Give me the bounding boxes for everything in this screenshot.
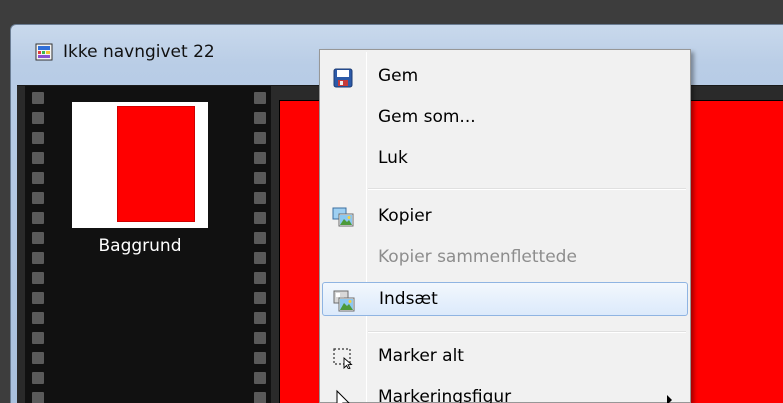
menu-item-label: Gem som... xyxy=(378,107,476,127)
filmstrip-perforations-left xyxy=(29,86,51,403)
select-all-icon xyxy=(333,348,353,369)
film-perforation xyxy=(32,112,44,124)
menu-item-save[interactable]: Gem xyxy=(322,60,688,94)
menu-item-save-as[interactable]: Gem som... xyxy=(322,101,688,135)
menu-item-label: Indsæt xyxy=(379,289,438,309)
menu-item-close[interactable]: Luk xyxy=(322,142,688,176)
film-perforation xyxy=(254,132,266,144)
film-perforation xyxy=(254,152,266,164)
film-perforation xyxy=(32,212,44,224)
film-perforation xyxy=(254,232,266,244)
film-perforation xyxy=(254,372,266,384)
film-perforation xyxy=(32,392,44,403)
menu-item-select-all[interactable]: Marker alt xyxy=(322,340,688,374)
film-perforation xyxy=(32,152,44,164)
layer-label: Baggrund xyxy=(98,236,182,256)
filmstrip-perforations-right xyxy=(251,86,273,403)
menu-item-label: Marker alt xyxy=(378,346,464,366)
window-title: Ikke navngivet 22 xyxy=(63,42,215,62)
document-icon xyxy=(35,43,53,61)
menu-separator xyxy=(368,188,686,190)
selection-shape-icon xyxy=(336,389,350,403)
film-perforation xyxy=(32,252,44,264)
film-perforation xyxy=(254,92,266,104)
film-perforation xyxy=(254,192,266,204)
paste-image-icon xyxy=(333,290,355,312)
copy-image-icon xyxy=(332,207,354,227)
menu-item-label: Kopier sammenflettede xyxy=(378,247,577,267)
film-perforation xyxy=(254,312,266,324)
menu-item-paste[interactable]: Indsæt xyxy=(322,282,688,316)
film-perforation xyxy=(254,112,266,124)
menu-item-selection-shape[interactable]: Markeringsfigur xyxy=(322,381,688,403)
film-perforation xyxy=(254,292,266,304)
film-perforation xyxy=(254,212,266,224)
film-perforation xyxy=(32,232,44,244)
layer-thumbnail-fill xyxy=(117,106,195,222)
film-perforation xyxy=(254,252,266,264)
menu-item-copy-merged[interactable]: Kopier sammenflettede xyxy=(322,241,688,275)
menu-item-label: Kopier xyxy=(378,206,432,226)
film-perforation xyxy=(32,332,44,344)
context-menu: Gem Gem som... Luk Kopier Kopier sammenf… xyxy=(319,49,691,403)
film-perforation xyxy=(254,352,266,364)
film-perforation xyxy=(32,132,44,144)
menu-item-label: Markeringsfigur xyxy=(378,387,512,403)
save-icon xyxy=(333,68,353,88)
menu-item-copy[interactable]: Kopier xyxy=(322,200,688,234)
film-perforation xyxy=(32,372,44,384)
film-perforation xyxy=(32,292,44,304)
film-perforation xyxy=(254,172,266,184)
layer-thumbnail[interactable] xyxy=(72,102,208,228)
menu-item-label: Luk xyxy=(378,148,408,168)
film-perforation xyxy=(254,272,266,284)
layer-filmstrip: Baggrund xyxy=(25,86,271,403)
film-perforation xyxy=(254,392,266,403)
film-perforation xyxy=(32,92,44,104)
film-perforation xyxy=(32,192,44,204)
submenu-arrow-icon xyxy=(667,395,672,403)
film-perforation xyxy=(32,172,44,184)
menu-item-label: Gem xyxy=(378,66,419,86)
menu-separator xyxy=(368,331,686,333)
film-perforation xyxy=(32,352,44,364)
film-perforation xyxy=(254,332,266,344)
film-perforation xyxy=(32,312,44,324)
film-perforation xyxy=(32,272,44,284)
